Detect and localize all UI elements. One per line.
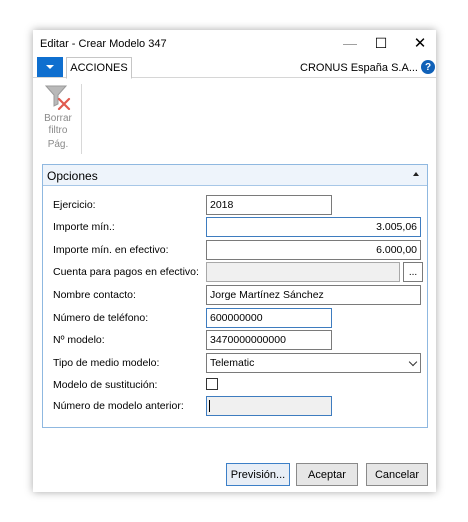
row-numero-modelo-anterior: Número de modelo anterior: (43, 396, 427, 417)
aceptar-button[interactable]: Aceptar (296, 463, 358, 486)
nombre-contacto-label: Nombre contacto: (53, 289, 136, 301)
caret-up-icon[interactable] (413, 172, 419, 176)
clear-filter-button[interactable]: Borrar filtro (35, 82, 79, 146)
ribbon-actions: Borrar filtro Pág. (33, 78, 436, 164)
numero-modelo-anterior-input[interactable] (206, 396, 332, 416)
row-importe-min: Importe mín.: 3.005,06 (43, 217, 427, 238)
cancelar-button[interactable]: Cancelar (366, 463, 428, 486)
importe-min-input[interactable]: 3.005,06 (206, 217, 421, 237)
window-title: Editar - Crear Modelo 347 (40, 38, 167, 50)
row-cuenta-pagos: Cuenta para pagos en efectivo: ... (43, 262, 427, 283)
telefono-input[interactable]: 600000000 (206, 308, 332, 328)
clear-filter-icon (44, 85, 71, 110)
clear-filter-label: Borrar filtro (44, 113, 72, 136)
ribbon-group-label: Pág. (47, 139, 69, 150)
n-modelo-label: Nº modelo: (53, 334, 105, 346)
options-fasttab: Opciones Ejercicio: 2018 Importe mín.: 3… (42, 164, 428, 428)
row-n-modelo: Nº modelo: 3470000000000 (43, 330, 427, 351)
ribbon-tab-strip: ACCIONES CRONUS España S.A... ? (33, 56, 436, 79)
importe-min-efectivo-input[interactable]: 6.000,00 (206, 240, 421, 260)
title-bar: Editar - Crear Modelo 347 — ☐ ✕ (33, 30, 436, 56)
ejercicio-input[interactable]: 2018 (206, 195, 332, 215)
minimize-button[interactable]: — (335, 32, 365, 54)
options-title: Opciones (47, 169, 98, 183)
importe-min-label: Importe mín.: (53, 221, 115, 233)
telefono-label: Número de teléfono: (53, 312, 149, 324)
help-icon[interactable]: ? (421, 60, 435, 74)
ejercicio-label: Ejercicio: (53, 199, 96, 211)
maximize-button[interactable]: ☐ (366, 32, 396, 54)
row-tipo-medio: Tipo de medio modelo: Telematic (43, 353, 427, 374)
dialog-window: Editar - Crear Modelo 347 — ☐ ✕ ACCIONES… (33, 30, 436, 492)
tipo-medio-value: Telematic (210, 357, 255, 369)
text-cursor (209, 400, 210, 412)
modelo-sustitucion-checkbox[interactable] (206, 378, 218, 390)
chevron-down-icon (408, 357, 418, 367)
numero-modelo-anterior-label: Número de modelo anterior: (53, 400, 184, 412)
ellipsis-icon[interactable]: ... (403, 262, 423, 282)
tipo-medio-label: Tipo de medio modelo: (53, 357, 160, 369)
importe-min-efectivo-label: Importe mín. en efectivo: (53, 244, 169, 256)
row-ejercicio: Ejercicio: 2018 (43, 195, 427, 216)
row-modelo-sustitucion: Modelo de sustitución: (43, 375, 427, 396)
nombre-contacto-input[interactable]: Jorge Martínez Sánchez (206, 285, 421, 305)
tipo-medio-select[interactable]: Telematic (206, 353, 421, 373)
close-button[interactable]: ✕ (405, 32, 435, 54)
cuenta-pagos-label: Cuenta para pagos en efectivo: (53, 266, 199, 278)
prevision-button[interactable]: Previsión... (226, 463, 290, 486)
app-menu-button[interactable] (37, 57, 63, 77)
row-importe-min-efectivo: Importe mín. en efectivo: 6.000,00 (43, 240, 427, 261)
options-header[interactable]: Opciones (43, 165, 427, 186)
chevron-down-icon (46, 65, 54, 69)
tab-acciones[interactable]: ACCIONES (66, 57, 132, 79)
row-nombre-contacto: Nombre contacto: Jorge Martínez Sánchez (43, 285, 427, 306)
n-modelo-input[interactable]: 3470000000000 (206, 330, 332, 350)
company-name[interactable]: CRONUS España S.A... (300, 62, 418, 74)
modelo-sustitucion-label: Modelo de sustitución: (53, 379, 158, 391)
cuenta-pagos-input[interactable] (206, 262, 400, 282)
row-telefono: Número de teléfono: 600000000 (43, 308, 427, 329)
